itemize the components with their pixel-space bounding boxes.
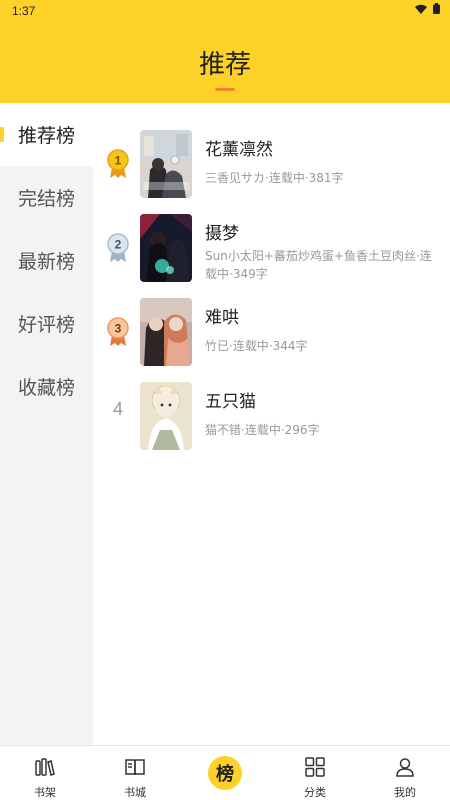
book-title: 摄梦 [205, 224, 239, 244]
sidebar-item-label: 好评榜 [17, 314, 75, 336]
silver-medal-icon: 2 [107, 233, 129, 262]
bronze-medal-icon: 3 [107, 317, 129, 346]
sidebar-item-favorites[interactable]: 收藏榜 [0, 355, 93, 418]
book-cover-image [140, 298, 192, 366]
ranking-sidebar: 推荐榜 完结榜 最新榜 好评榜 收藏榜 [0, 103, 93, 745]
bottom-nav: 书架 书城 榜 分类 我的 [0, 745, 450, 800]
book-row[interactable]: 3 难哄 竹已·连载中·344字 [93, 293, 450, 375]
book-meta: 竹已·连载中·344字 [205, 339, 308, 353]
bookshelf-icon [35, 758, 55, 776]
gold-medal-icon: 1 [107, 149, 129, 178]
nav-category[interactable]: 分类 [270, 746, 360, 800]
nav-label: 我的 [394, 786, 416, 799]
book-open-icon [125, 759, 145, 776]
svg-text:1: 1 [115, 154, 122, 168]
book-title: 五只猫 [205, 392, 256, 412]
book-row[interactable]: 2 摄梦 Sun小太阳+蕃茄炒鸡蛋+鱼香土豆肉丝·连载中·349字 [93, 209, 450, 291]
page-title: 推荐 [198, 50, 251, 80]
book-row[interactable]: 1 花薰凛然 三香见サカ·连载中·381字 [93, 125, 450, 207]
book-cover-image [140, 382, 192, 450]
book-title: 难哄 [205, 308, 239, 328]
svg-text:3: 3 [115, 322, 122, 336]
nav-ranking[interactable]: 榜 [180, 746, 270, 800]
status-time: 1:37 [12, 4, 36, 18]
book-row[interactable]: 4 五只猫 猫不错·连载中·296字 [93, 377, 450, 459]
wifi-icon [415, 4, 427, 14]
top-header: 1:37 推荐 [0, 0, 450, 103]
sidebar-item-newest[interactable]: 最新榜 [0, 229, 93, 292]
book-cover-image [140, 214, 192, 282]
rank-number: 4 [112, 399, 123, 419]
status-icons [415, 3, 440, 14]
sidebar-item-label: 最新榜 [17, 251, 75, 273]
book-meta: 猫不错·连载中·296字 [205, 423, 320, 437]
nav-bookstore[interactable]: 书城 [90, 746, 180, 800]
battery-icon [433, 3, 440, 14]
book-title: 花薰凛然 [205, 140, 273, 160]
nav-bookshelf[interactable]: 书架 [0, 746, 90, 800]
title-underline [215, 88, 235, 91]
sidebar-item-label: 推荐榜 [17, 125, 75, 147]
book-meta: 三香见サカ·连载中·381字 [205, 171, 344, 185]
user-icon [396, 758, 414, 777]
sidebar-item-recommend[interactable]: 推荐榜 [0, 103, 93, 166]
active-indicator [0, 127, 4, 142]
book-cover-image [140, 130, 192, 198]
sidebar-item-label: 完结榜 [17, 188, 75, 210]
sidebar-item-label: 收藏榜 [17, 377, 75, 399]
nav-label: 书城 [124, 786, 146, 799]
book-meta: Sun小太阳+蕃茄炒鸡蛋+鱼香土豆肉丝·连载中·349字 [205, 249, 432, 281]
ranking-icon: 榜 [208, 756, 242, 790]
svg-text:2: 2 [115, 238, 122, 252]
nav-label: 分类 [304, 786, 326, 799]
nav-label: 书架 [34, 786, 56, 799]
nav-profile[interactable]: 我的 [360, 746, 450, 800]
grid-icon [305, 757, 325, 777]
sidebar-item-finished[interactable]: 完结榜 [0, 166, 93, 229]
sidebar-item-rated[interactable]: 好评榜 [0, 292, 93, 355]
